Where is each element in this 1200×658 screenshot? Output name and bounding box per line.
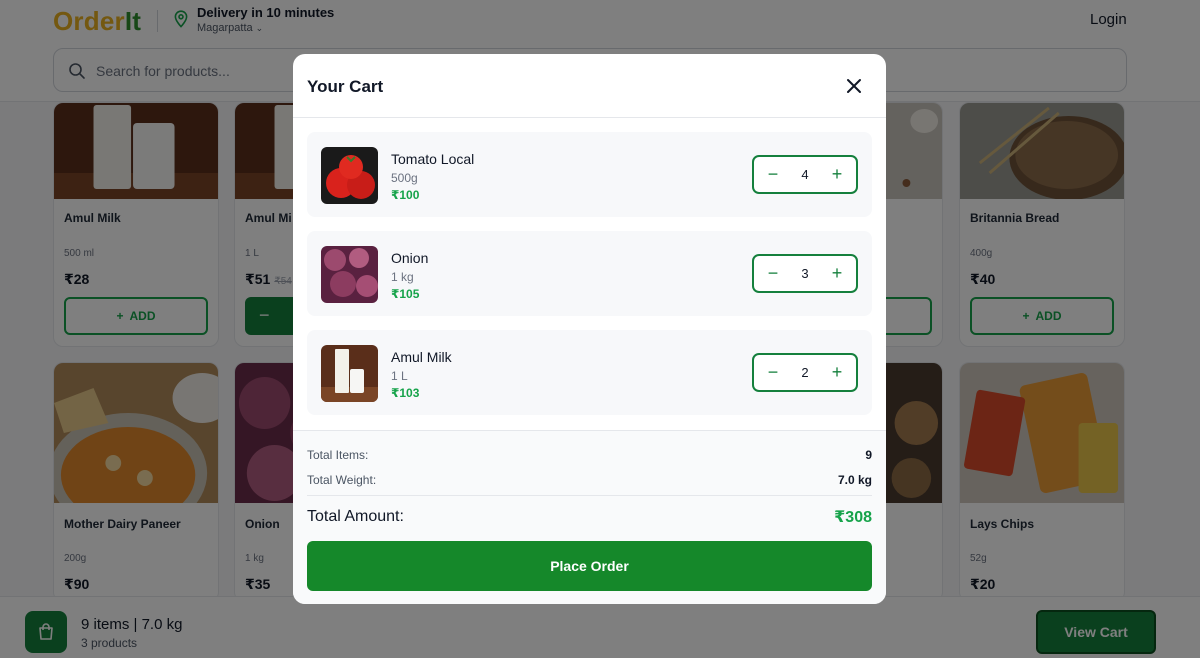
- increase-quantity-button[interactable]: +: [820, 256, 854, 291]
- cart-item-image-tomato: [321, 147, 378, 204]
- cart-item-image-amul-milk: [321, 345, 378, 402]
- cart-item: Tomato Local 500g ₹100 − 4 +: [307, 132, 872, 217]
- quantity-value: 4: [801, 167, 809, 182]
- cart-modal-header: Your Cart: [293, 54, 886, 118]
- summary-divider: [307, 495, 872, 496]
- cart-item-weight: 1 L: [391, 369, 408, 383]
- decrease-quantity-button[interactable]: −: [756, 157, 790, 192]
- quantity-stepper: − 3 +: [752, 254, 858, 293]
- cart-item-list: Tomato Local 500g ₹100 − 4 + Onion 1 kg …: [293, 118, 886, 430]
- cart-modal: Your Cart Tomato Local 500g ₹100 − 4 + O…: [293, 54, 886, 604]
- cart-item-name: Tomato Local: [391, 151, 475, 167]
- quantity-stepper: − 2 +: [752, 353, 858, 392]
- increase-quantity-button[interactable]: +: [820, 157, 854, 192]
- cart-title: Your Cart: [307, 77, 384, 96]
- cart-item-weight: 500g: [391, 171, 418, 185]
- cart-item-name: Amul Milk: [391, 349, 452, 365]
- cart-item-price: ₹103: [391, 386, 420, 400]
- cart-item: Onion 1 kg ₹105 − 3 +: [307, 231, 872, 316]
- cart-summary: Total Items: 9 Total Weight: 7.0 kg Tota…: [293, 430, 886, 604]
- total-weight-value: 7.0 kg: [837, 473, 872, 487]
- increase-quantity-button[interactable]: +: [820, 355, 854, 390]
- cart-item: Amul Milk 1 L ₹103 − 2 +: [307, 330, 872, 415]
- decrease-quantity-button[interactable]: −: [756, 256, 790, 291]
- quantity-value: 2: [801, 365, 809, 380]
- cart-item-weight: 1 kg: [391, 270, 414, 284]
- cart-item-image-onion: [321, 246, 378, 303]
- total-amount-value: ₹308: [834, 509, 872, 526]
- place-order-button[interactable]: Place Order: [307, 541, 872, 591]
- close-icon[interactable]: [844, 76, 864, 96]
- cart-item-price: ₹100: [391, 188, 420, 202]
- cart-item-name: Onion: [391, 250, 429, 266]
- quantity-value: 3: [801, 266, 809, 281]
- total-items-value: 9: [865, 448, 872, 462]
- total-amount-label: Total Amount:: [307, 508, 404, 525]
- total-items-label: Total Items:: [307, 448, 369, 462]
- cart-item-price: ₹105: [391, 287, 420, 301]
- total-weight-label: Total Weight:: [307, 473, 377, 487]
- decrease-quantity-button[interactable]: −: [756, 355, 790, 390]
- quantity-stepper: − 4 +: [752, 155, 858, 194]
